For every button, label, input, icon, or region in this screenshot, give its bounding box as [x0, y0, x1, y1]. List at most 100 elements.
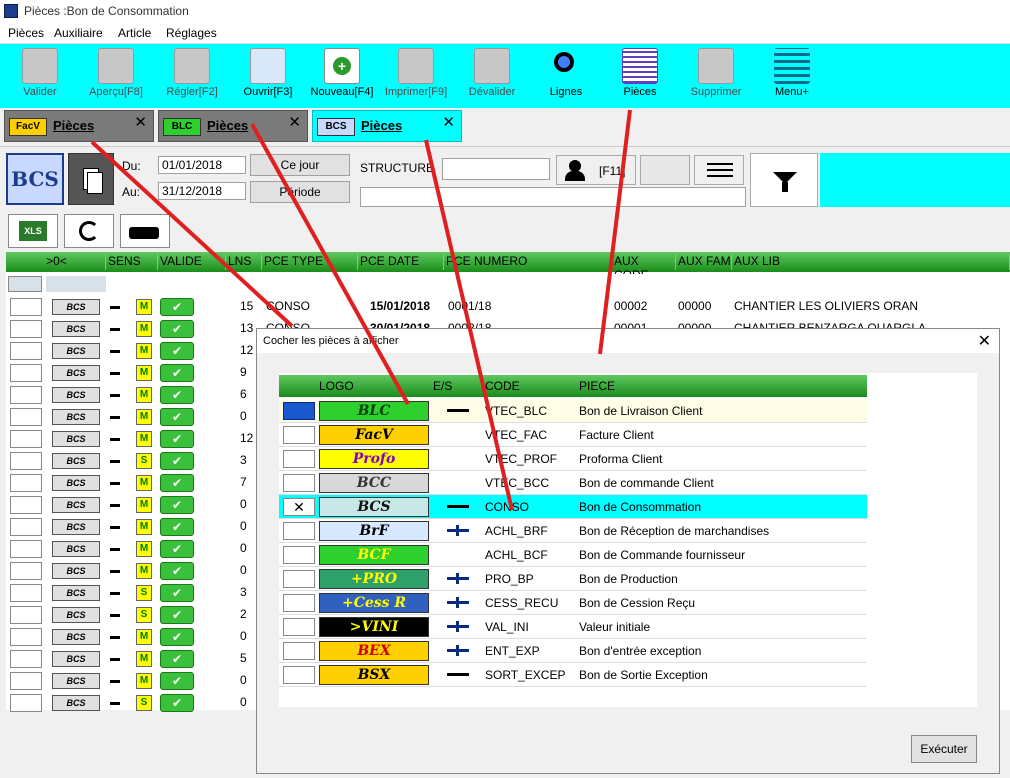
periode-button[interactable]: Période [250, 181, 350, 203]
row-checkbox[interactable] [10, 452, 42, 470]
piece-row-vtec_prof[interactable]: Profo VTEC_PROF Proforma Client [279, 447, 867, 471]
valide-check-icon[interactable]: ✔ [160, 298, 194, 316]
piece-checkbox[interactable] [283, 666, 315, 684]
piece-checkbox[interactable] [283, 642, 315, 660]
piece-row-conso[interactable]: ✕ BCS CONSO Bon de Consommation [279, 495, 867, 519]
valide-check-icon[interactable]: ✔ [160, 364, 194, 382]
filter-funnel-icon[interactable] [750, 153, 818, 207]
valide-check-icon[interactable]: ✔ [160, 606, 194, 624]
toolbar-button-10[interactable]: Menu+ [752, 48, 832, 106]
piece-checkbox[interactable] [283, 618, 315, 636]
piece-checkbox[interactable] [283, 450, 315, 468]
grid-col-header[interactable]: AUX FAM [676, 254, 732, 270]
grid-col-header[interactable]: AUX CODE [612, 254, 676, 282]
edit-hand-icon[interactable] [640, 155, 690, 185]
toolbar-button-1[interactable]: Aperçu[F8] [76, 48, 156, 106]
piece-row-achl_bcf[interactable]: BCF ACHL_BCF Bon de Commande fournisseur [279, 543, 867, 567]
refresh-icon[interactable] [64, 214, 114, 248]
piece-checkbox[interactable] [283, 402, 315, 420]
date-from-input[interactable]: 01/01/2018 [158, 156, 246, 174]
valide-check-icon[interactable]: ✔ [160, 584, 194, 602]
valide-check-icon[interactable]: ✔ [160, 452, 194, 470]
row-checkbox[interactable] [10, 474, 42, 492]
row-checkbox[interactable] [10, 298, 42, 316]
row-checkbox[interactable] [10, 364, 42, 382]
structure-input[interactable] [442, 158, 550, 180]
row-checkbox[interactable] [10, 518, 42, 536]
valide-check-icon[interactable]: ✔ [160, 672, 194, 690]
valide-check-icon[interactable]: ✔ [160, 496, 194, 514]
date-to-input[interactable]: 31/12/2018 [158, 182, 246, 200]
pointing-hand-icon[interactable] [120, 214, 170, 248]
hamburger-icon[interactable] [694, 155, 744, 185]
piece-row-cess_recu[interactable]: +Cess R CESS_RECU Bon de Cession Reçu [279, 591, 867, 615]
valide-check-icon[interactable]: ✔ [160, 518, 194, 536]
close-icon[interactable]: ✕ [288, 113, 301, 131]
valide-check-icon[interactable]: ✔ [160, 320, 194, 338]
toolbar-button-7[interactable]: Lignes [526, 48, 606, 106]
valide-check-icon[interactable]: ✔ [160, 342, 194, 360]
row-checkbox[interactable] [10, 386, 42, 404]
user-button[interactable]: [F11] [556, 155, 636, 185]
menu-article[interactable]: Article [118, 26, 151, 40]
piece-row-pro_bp[interactable]: +PRO PRO_BP Bon de Production [279, 567, 867, 591]
valide-check-icon[interactable]: ✔ [160, 408, 194, 426]
valide-check-icon[interactable]: ✔ [160, 650, 194, 668]
tab-pieces-blc[interactable]: BLC Pièces ✕ [158, 110, 308, 142]
row-checkbox[interactable] [10, 320, 42, 338]
ce-jour-button[interactable]: Ce jour [250, 154, 350, 176]
piece-row-vtec_fac[interactable]: FacV VTEC_FAC Facture Client [279, 423, 867, 447]
close-icon[interactable]: ✕ [442, 113, 455, 131]
valide-check-icon[interactable]: ✔ [160, 386, 194, 404]
tab-pieces-facv[interactable]: FacV Pièces ✕ [4, 110, 154, 142]
tab-pieces-bcs[interactable]: BCS Pièces ✕ [312, 110, 462, 142]
piece-row-ent_exp[interactable]: BEX ENT_EXP Bon d'entrée exception [279, 639, 867, 663]
grid-col-header[interactable]: PCE NUMERO [444, 254, 612, 270]
toolbar-button-8[interactable]: Pièces [600, 48, 680, 106]
execute-button[interactable]: Exécuter [911, 735, 977, 763]
menu-pieces[interactable]: Pièces [8, 26, 44, 40]
grid-col-header[interactable]: LNS [226, 254, 262, 270]
valide-check-icon[interactable]: ✔ [160, 474, 194, 492]
valide-check-icon[interactable]: ✔ [160, 694, 194, 712]
grid-col-header[interactable]: PCE DATE [358, 254, 444, 270]
toolbar-button-4[interactable]: + Nouveau[F4] [302, 48, 382, 106]
table-row[interactable]: BCS M ✔ 15 CONSO 15/01/2018 0001/18 00002 00000 C… [6, 296, 1010, 318]
piece-row-vtec_blc[interactable]: BLC VTEC_BLC Bon de Livraison Client [279, 399, 867, 423]
valide-check-icon[interactable]: ✔ [160, 430, 194, 448]
filter-checkbox[interactable] [8, 276, 42, 292]
toolbar-button-0[interactable]: Valider [0, 48, 80, 106]
menu-reglages[interactable]: Réglages [166, 26, 217, 40]
row-checkbox[interactable] [10, 584, 42, 602]
row-checkbox[interactable] [10, 408, 42, 426]
valide-check-icon[interactable]: ✔ [160, 628, 194, 646]
row-checkbox[interactable] [10, 628, 42, 646]
row-checkbox[interactable] [10, 540, 42, 558]
structure-desc-input[interactable] [360, 187, 746, 207]
piece-row-sort_excep[interactable]: BSX SORT_EXCEP Bon de Sortie Exception [279, 663, 867, 687]
piece-checkbox[interactable] [283, 570, 315, 588]
menu-auxiliaire[interactable]: Auxiliaire [54, 26, 103, 40]
row-checkbox[interactable] [10, 672, 42, 690]
toolbar-button-9[interactable]: Supprimer [676, 48, 756, 106]
piece-checkbox[interactable] [283, 522, 315, 540]
piece-row-val_ini[interactable]: >VINI VAL_INI Valeur initiale [279, 615, 867, 639]
piece-checkbox[interactable] [283, 546, 315, 564]
toolbar-button-6[interactable]: Dévalider [452, 48, 532, 106]
grid-col-header[interactable]: AUX LIB [732, 254, 1010, 270]
grid-col-header[interactable]: SENS [106, 254, 158, 270]
dialog-close-icon[interactable]: ✕ [978, 331, 991, 351]
piece-row-achl_brf[interactable]: BrF ACHL_BRF Bon de Réception de marchandi… [279, 519, 867, 543]
toolbar-button-5[interactable]: Imprimer[F9] [376, 48, 456, 106]
toolbar-button-3[interactable]: Ouvrir[F3] [228, 48, 308, 106]
row-checkbox[interactable] [10, 496, 42, 514]
close-icon[interactable]: ✕ [134, 113, 147, 131]
grid-col-header[interactable]: PCE TYPE [262, 254, 358, 270]
piece-checkbox[interactable] [283, 474, 315, 492]
piece-checkbox[interactable]: ✕ [283, 498, 315, 516]
row-checkbox[interactable] [10, 606, 42, 624]
row-checkbox[interactable] [10, 342, 42, 360]
valide-check-icon[interactable]: ✔ [160, 540, 194, 558]
row-checkbox[interactable] [10, 694, 42, 712]
grid-col-header[interactable]: VALIDE [158, 254, 226, 270]
